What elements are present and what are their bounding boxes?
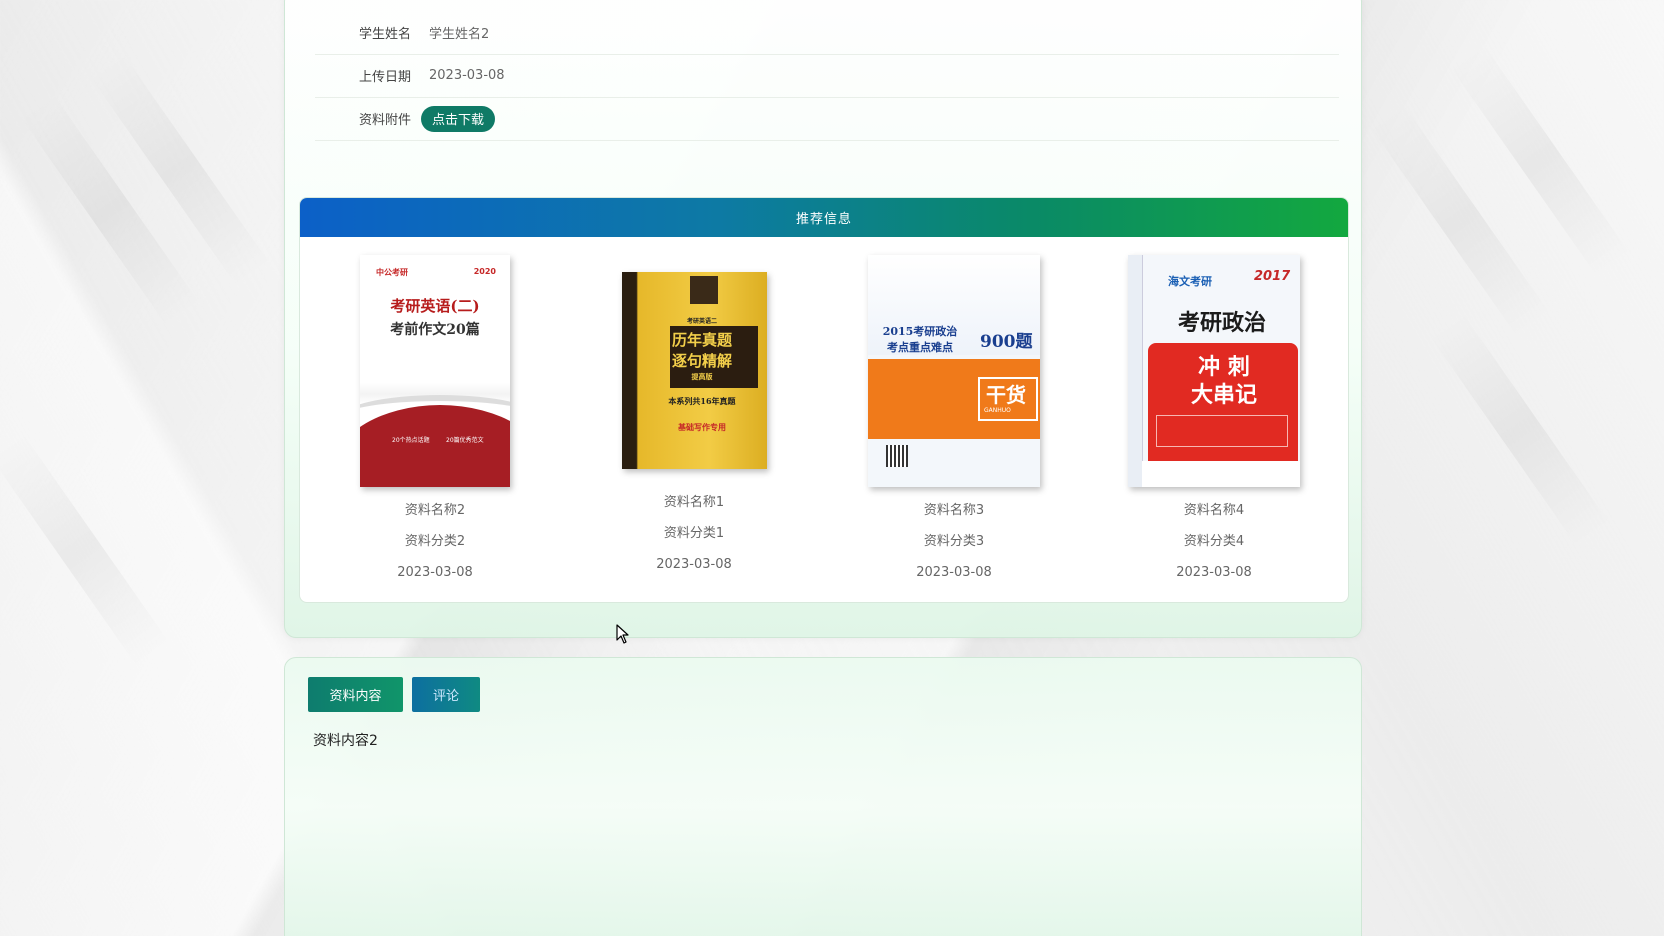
cover-title: 考研政治	[1177, 310, 1266, 336]
item-name[interactable]: 资料名称4	[1114, 495, 1314, 526]
cover-year: 2017	[1254, 269, 1291, 284]
cover-brand: 中公考研	[376, 268, 408, 277]
cover-bottom-right: 20篇优秀范文	[446, 437, 484, 444]
attachment-label: 资料附件	[358, 113, 411, 128]
cover-title: 历年真题	[671, 331, 732, 349]
book-cover-image[interactable]: 2015考研政治 考点重点难点 900题 干货 GANHUO	[868, 255, 1040, 487]
item-name[interactable]: 资料名称3	[854, 495, 1054, 526]
recommend-grid: 中公考研 2020 考研英语(二) 考前作文20篇 20个热点话题 20篇优秀范…	[300, 237, 1348, 597]
item-date: 2023-03-08	[656, 557, 732, 572]
cover-badge-sub: GANHUO	[984, 407, 1011, 414]
recommend-section: 推荐信息 中公考研 2020 考研英语(二) 考前作文20篇 20个热点话题 2…	[299, 197, 1349, 603]
cover-bottom: 基础写作专用	[678, 422, 726, 432]
cover-year: 2020	[473, 267, 496, 276]
book-cover-image[interactable]: 考研英语二 历年真题 逐句精解 提高版 本系列共16年真题 基础写作专用	[621, 272, 767, 469]
tab-comments[interactable]: 评论	[412, 677, 480, 712]
item-category: 资料分类1	[663, 526, 725, 541]
recommend-item[interactable]: 考研英语二 历年真题 逐句精解 提高版 本系列共16年真题 基础写作专用 资料名…	[594, 255, 794, 580]
recommend-item[interactable]: 2015考研政治 考点重点难点 900题 干货 GANHUO 资料名称3 资料分…	[854, 255, 1054, 588]
book-cover-image[interactable]: 中公考研 2020 考研英语(二) 考前作文20篇 20个热点话题 20篇优秀范…	[360, 255, 510, 487]
item-date: 2023-03-08	[916, 565, 992, 580]
item-meta: 资料名称3 资料分类3 2023-03-08	[854, 495, 1054, 588]
tab-content[interactable]: 资料内容	[308, 677, 403, 712]
info-row-attachment: 资料附件 点击下载	[315, 97, 1339, 141]
recommend-header: 推荐信息	[300, 198, 1348, 237]
cover-title: 考研英语(二)	[390, 297, 480, 315]
book-cover-image[interactable]: 海文考研 2017 考研政治 冲 刺 大串记	[1128, 255, 1300, 487]
recommend-item[interactable]: 海文考研 2017 考研政治 冲 刺 大串记 资料名称4 资料分类4 2023-…	[1114, 255, 1314, 588]
background-stripe	[0, 432, 171, 668]
student-name-label: 学生姓名	[358, 27, 411, 42]
item-date: 2023-03-08	[1176, 565, 1252, 580]
cover-count: 900题	[980, 332, 1033, 352]
info-row-upload-date: 上传日期 2023-03-08	[315, 54, 1339, 98]
cover-tag: 提高版	[691, 372, 713, 381]
mouse-cursor-icon	[616, 624, 629, 644]
content-text: 资料内容2	[313, 733, 378, 749]
upload-date-label: 上传日期	[358, 70, 411, 85]
item-category: 资料分类4	[1183, 534, 1245, 549]
cover-series: 考研英语二	[686, 318, 717, 325]
upload-date-value: 2023-03-08	[429, 68, 505, 83]
cover-badge: 干货	[986, 383, 1026, 407]
background-stripe	[1429, 312, 1611, 548]
recommend-item[interactable]: 中公考研 2020 考研英语(二) 考前作文20篇 20个热点话题 20篇优秀范…	[335, 255, 535, 588]
cover-bottom-left: 20个热点话题	[392, 437, 430, 444]
download-button[interactable]: 点击下载	[421, 105, 496, 132]
cover-subtitle: 考前作文20篇	[390, 322, 480, 338]
item-meta: 资料名称2 资料分类2 2023-03-08	[335, 495, 535, 588]
detail-panel: 学生姓名 学生姓名2 上传日期 2023-03-08 资料附件 点击下载 推荐信…	[284, 0, 1362, 638]
item-name[interactable]: 资料名称2	[335, 495, 535, 526]
student-name-value: 学生姓名2	[429, 27, 490, 42]
cover-brand: 海文考研	[1168, 275, 1212, 288]
item-meta: 资料名称1 资料分类1 2023-03-08	[594, 487, 794, 580]
content-panel: 资料内容 评论 资料内容2	[284, 657, 1362, 936]
info-row-student-name: 学生姓名 学生姓名2	[315, 11, 1339, 55]
recommend-title: 推荐信息	[795, 212, 852, 227]
item-date: 2023-03-08	[397, 565, 473, 580]
item-category: 资料分类2	[404, 534, 466, 549]
cover-subtitle: 逐句精解	[671, 352, 732, 370]
item-meta: 资料名称4 资料分类4 2023-03-08	[1114, 495, 1314, 588]
cover-big-line2: 大串记	[1190, 382, 1257, 408]
item-name[interactable]: 资料名称1	[594, 487, 794, 518]
item-category: 资料分类3	[923, 534, 985, 549]
cover-note: 本系列共16年真题	[668, 396, 736, 406]
